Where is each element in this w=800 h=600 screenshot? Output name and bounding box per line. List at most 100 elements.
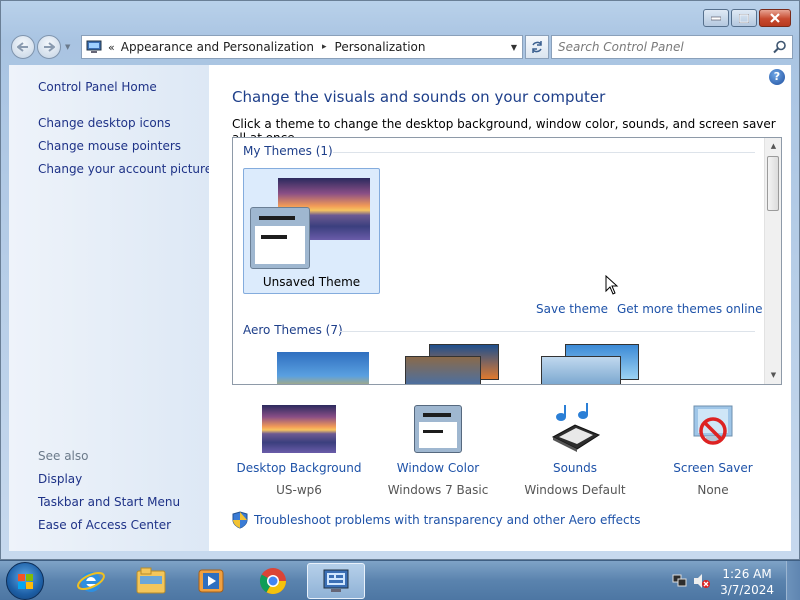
close-button[interactable] — [759, 9, 791, 27]
volume-muted-icon[interactable] — [692, 573, 710, 589]
sounds-icon — [551, 403, 601, 452]
theme-stack-front — [405, 356, 481, 384]
sidebar-ease-of-access[interactable]: Ease of Access Center — [38, 518, 171, 532]
aero-theme-characters[interactable] — [541, 344, 641, 384]
clock-date: 3/7/2024 — [720, 583, 774, 597]
recent-pages-dropdown[interactable]: ▼ — [65, 43, 70, 51]
screen-saver-setting[interactable]: Screen Saver None — [643, 403, 783, 497]
refresh-button[interactable] — [525, 35, 549, 59]
sounds-setting[interactable]: Sounds Windows Default — [505, 403, 645, 497]
my-themes-divider — [333, 152, 755, 153]
minimize-button[interactable] — [703, 9, 729, 27]
themes-scrollbar[interactable]: ▲ ▼ — [764, 138, 781, 384]
chrome-icon — [259, 568, 287, 595]
back-arrow-icon — [17, 42, 28, 52]
window-color-title[interactable]: Window Color — [368, 461, 508, 475]
taskbar-control-panel[interactable] — [307, 563, 365, 599]
title-buttons — [703, 9, 791, 27]
breadcrumb-separator-icon[interactable]: ▸ — [322, 42, 327, 52]
thumbnail-pane — [255, 226, 305, 264]
main-panel: ? Change the visuals and sounds on your … — [209, 65, 791, 551]
window-color-value: Windows 7 Basic — [387, 483, 489, 497]
sidebar: Control Panel Home Change desktop icons … — [9, 65, 212, 551]
search-input[interactable] — [552, 36, 762, 58]
navigation-row: ▼ « Appearance and Personalization ▸ Per… — [9, 34, 793, 60]
scroll-thumb[interactable] — [767, 156, 779, 211]
thumbnail-bar — [259, 216, 295, 220]
desktop-background-icon — [262, 405, 336, 453]
sidebar-change-account-picture[interactable]: Change your account picture — [38, 162, 212, 176]
see-also-heading: See also — [38, 449, 89, 463]
save-theme-link[interactable]: Save theme — [536, 302, 608, 316]
search-icon[interactable] — [773, 40, 787, 54]
forward-button[interactable] — [37, 35, 61, 59]
desktop-background-icon-wrap — [229, 403, 369, 453]
breadcrumb-overflow[interactable]: « — [108, 41, 115, 54]
taskbar-chrome[interactable] — [244, 563, 302, 599]
address-dropdown-icon[interactable]: ▼ — [506, 43, 522, 52]
screen-saver-title[interactable]: Screen Saver — [643, 461, 783, 475]
aero-theme-windows7[interactable] — [277, 352, 369, 384]
clock-time: 1:26 AM — [722, 567, 772, 581]
network-icon[interactable] — [672, 574, 688, 588]
desktop-background-setting[interactable]: Desktop Background US-wp6 — [229, 403, 369, 497]
screen-saver-icon-wrap — [643, 403, 783, 453]
sounds-value: Windows Default — [524, 483, 626, 497]
scroll-up-icon[interactable]: ▲ — [765, 138, 781, 155]
address-bar[interactable]: « Appearance and Personalization ▸ Perso… — [81, 35, 523, 59]
taskbar: 1:26 AM 3/7/2024 — [0, 560, 800, 600]
mouse-cursor-icon — [605, 275, 619, 295]
control-panel-window: ▼ « Appearance and Personalization ▸ Per… — [0, 0, 800, 560]
taskbar-file-explorer[interactable] — [122, 563, 180, 599]
file-explorer-icon — [136, 567, 166, 594]
refresh-icon — [532, 41, 542, 53]
minimize-icon — [711, 16, 721, 21]
sounds-icon-wrap — [505, 403, 645, 453]
close-icon — [770, 13, 780, 23]
aero-themes-heading: Aero Themes (7) — [243, 323, 343, 337]
aero-themes-divider — [339, 331, 755, 332]
window-color-icon — [414, 405, 462, 453]
aero-theme-architecture[interactable] — [405, 344, 501, 384]
unsaved-theme-tile[interactable]: Unsaved Theme — [243, 168, 380, 294]
get-more-themes-link[interactable]: Get more themes online — [617, 302, 763, 316]
start-button[interactable] — [6, 562, 44, 600]
breadcrumb-personalization[interactable]: Personalization — [335, 40, 426, 54]
sidebar-display[interactable]: Display — [38, 472, 82, 486]
troubleshoot-link[interactable]: Troubleshoot problems with transparency … — [254, 513, 641, 527]
breadcrumb-appearance[interactable]: Appearance and Personalization — [121, 40, 314, 54]
screen-saver-icon — [693, 405, 733, 445]
help-button[interactable]: ? — [769, 69, 785, 85]
windows-logo-icon — [18, 574, 33, 589]
themes-list[interactable]: My Themes (1) Unsaved Theme Save theme G… — [232, 137, 782, 385]
back-button[interactable] — [11, 35, 35, 59]
taskbar-media-player[interactable] — [182, 563, 240, 599]
nav-buttons: ▼ — [11, 34, 71, 60]
sounds-title[interactable]: Sounds — [505, 461, 645, 475]
page-title: Change the visuals and sounds on your co… — [232, 88, 606, 106]
thumbnail-bar — [261, 235, 287, 239]
window-color-setting[interactable]: Window Color Windows 7 Basic — [368, 403, 508, 497]
shield-icon — [232, 511, 248, 529]
sidebar-change-mouse-pointers[interactable]: Change mouse pointers — [38, 139, 181, 153]
media-player-icon — [198, 569, 224, 593]
desktop-background-value: US-wp6 — [276, 483, 322, 497]
maximize-button[interactable] — [731, 9, 757, 27]
maximize-icon — [739, 13, 749, 23]
sidebar-change-desktop-icons[interactable]: Change desktop icons — [38, 116, 171, 130]
theme-window-color-thumbnail — [250, 207, 310, 269]
screen-saver-value: None — [697, 483, 729, 497]
taskbar-internet-explorer[interactable] — [62, 563, 120, 599]
desktop-background-title[interactable]: Desktop Background — [229, 461, 369, 475]
show-desktop-button[interactable] — [786, 561, 800, 600]
clock[interactable]: 1:26 AM 3/7/2024 — [720, 566, 774, 598]
window-color-icon-wrap — [368, 403, 508, 453]
theme-stack-front — [541, 356, 621, 384]
sidebar-taskbar-start-menu[interactable]: Taskbar and Start Menu — [38, 495, 180, 509]
search-box — [551, 35, 793, 59]
troubleshoot-row: Troubleshoot problems with transparency … — [232, 511, 641, 529]
scroll-down-icon[interactable]: ▼ — [765, 367, 781, 384]
forward-arrow-icon — [44, 42, 55, 52]
my-themes-heading: My Themes (1) — [243, 144, 333, 158]
sidebar-control-panel-home[interactable]: Control Panel Home — [38, 80, 157, 94]
